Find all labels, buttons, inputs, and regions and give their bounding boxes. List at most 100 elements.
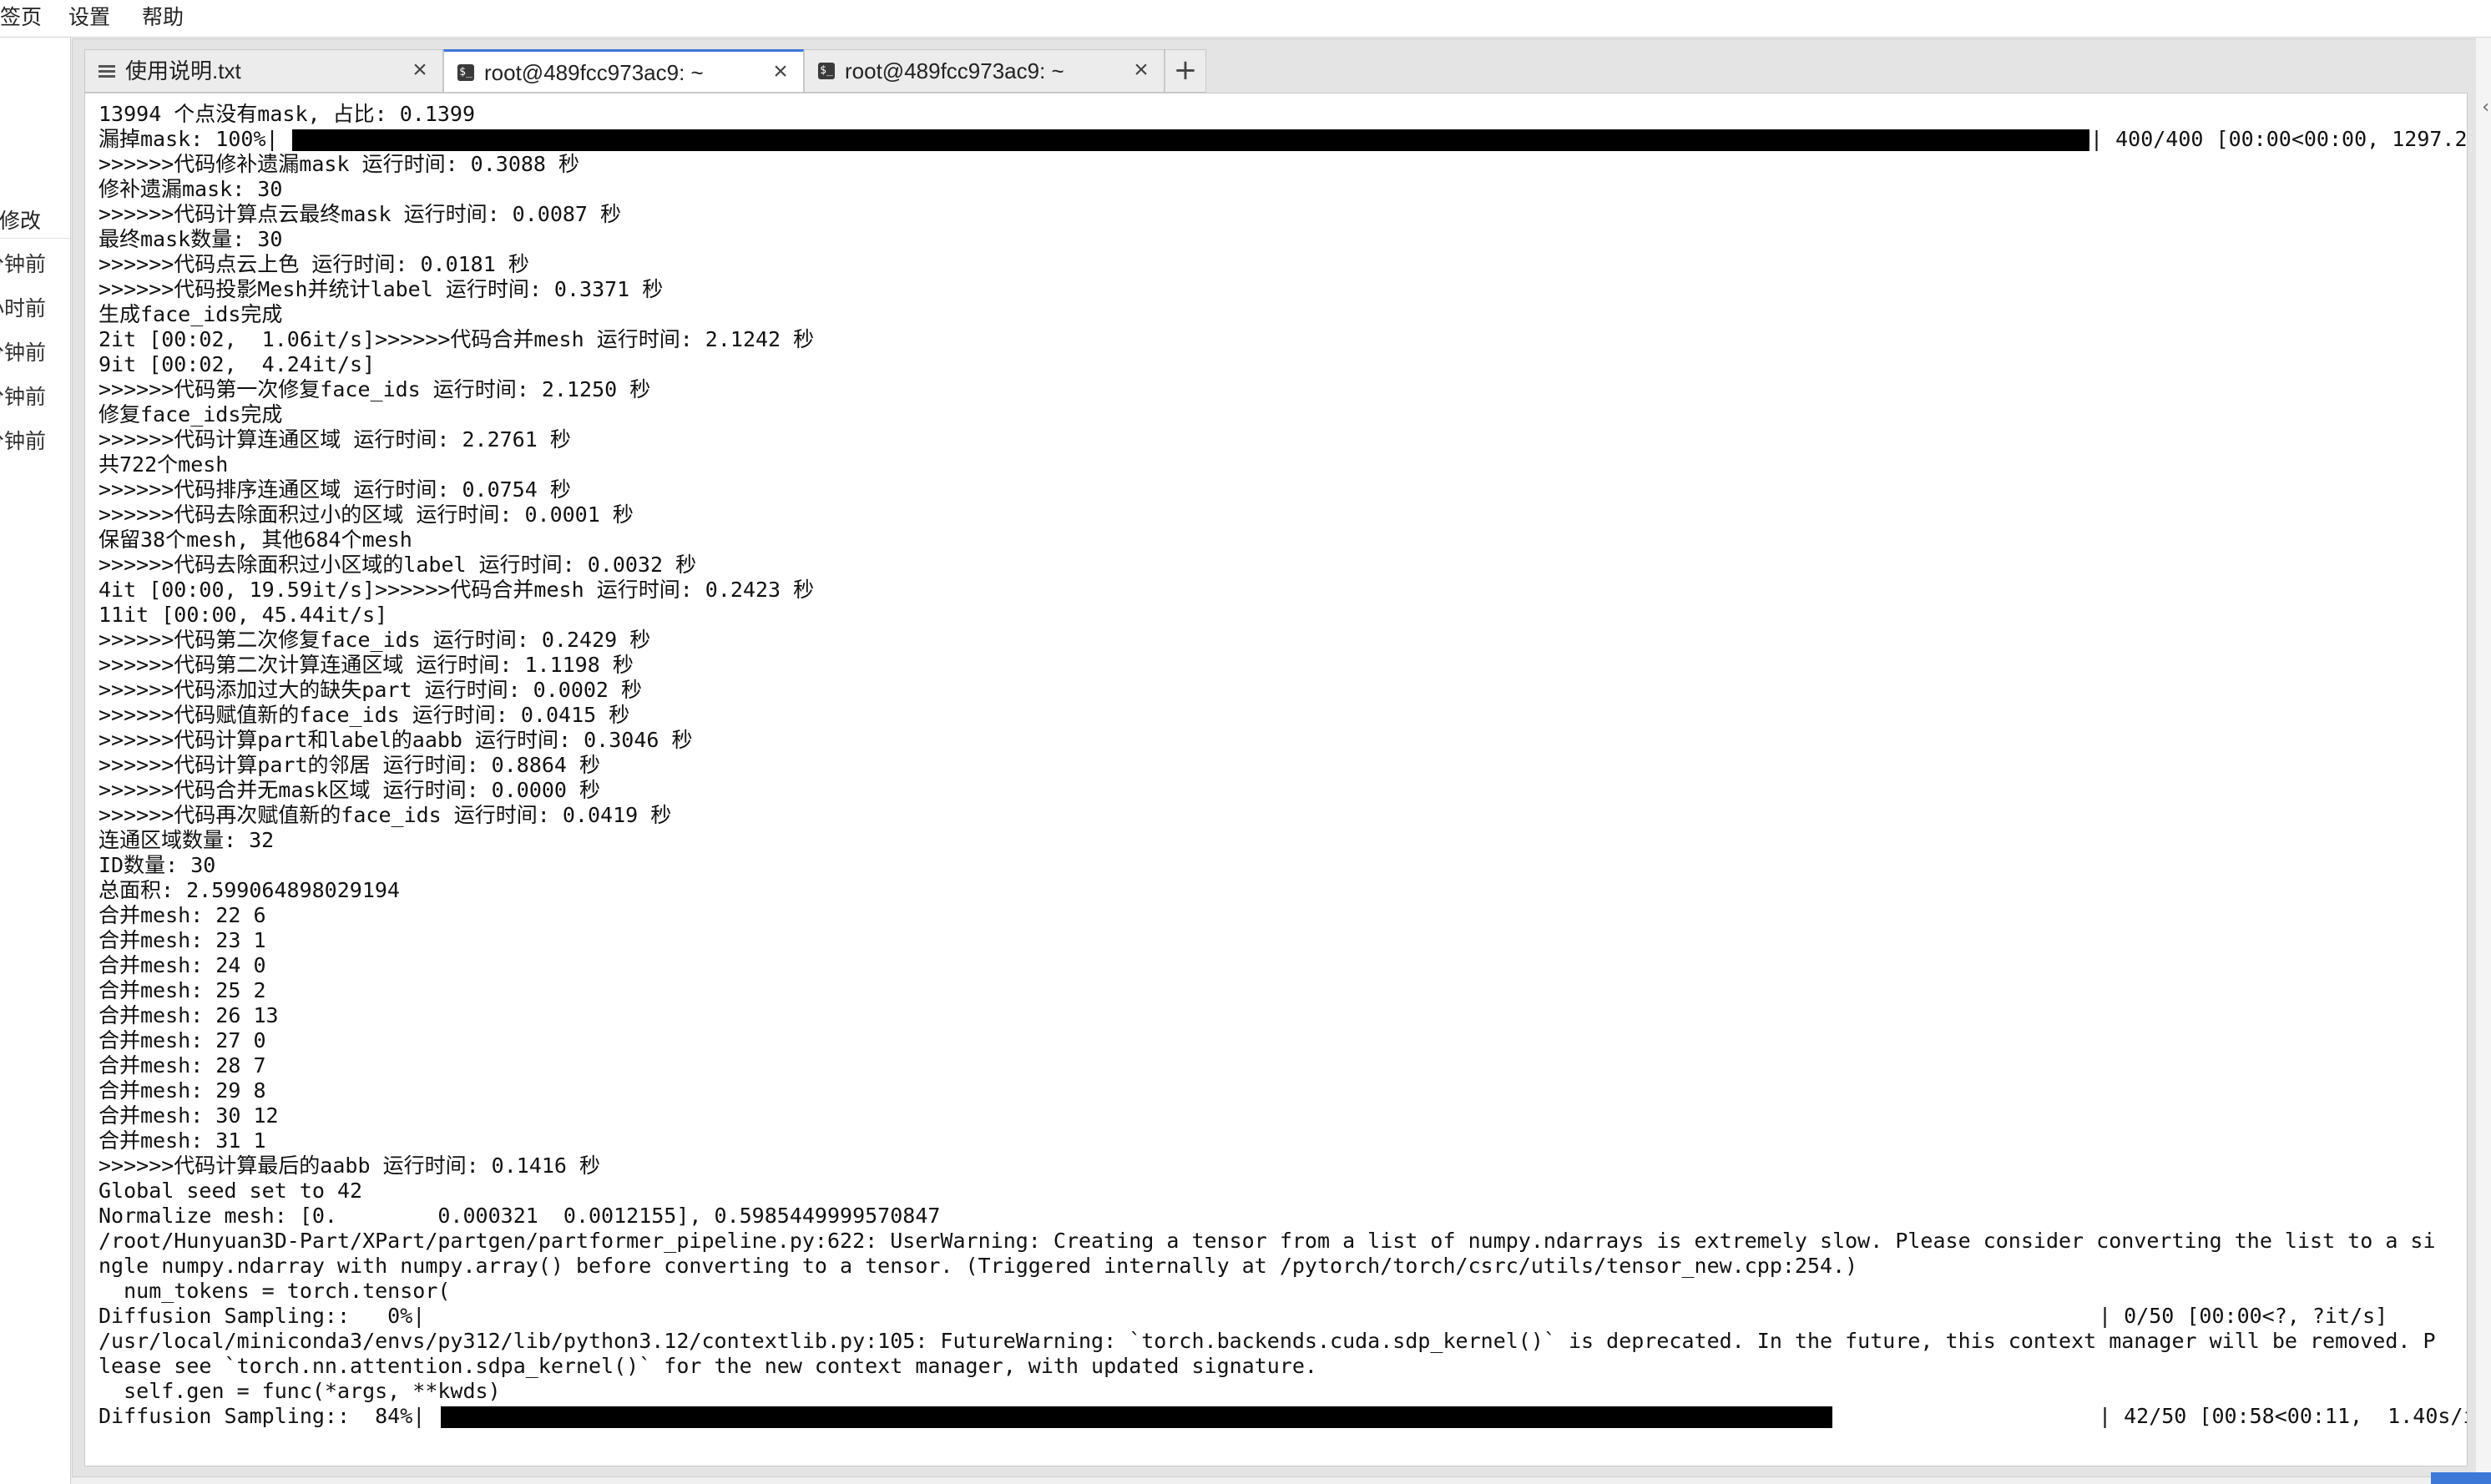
tab-terminal-1[interactable]: $_ root@489fcc973ac9: ~ × (443, 49, 804, 93)
terminal-line: Normalize mesh: [0. 0.000321 0.0012155],… (99, 1204, 2461, 1229)
progress-bar-fill (292, 129, 2089, 151)
menu-item-settings[interactable]: 设置 (68, 3, 110, 32)
terminal-line: 11it [00:00, 45.44it/s] (99, 603, 2461, 628)
terminal-line-text: 合并mesh: 28 7 (99, 1053, 266, 1078)
progress-bar-suffix: | 400/400 [00:00<00:00, 1297.22it/s] (2090, 127, 2468, 151)
terminal-line: ID数量: 30 (99, 853, 2461, 878)
terminal-line: 合并mesh: 26 13 (99, 1003, 2461, 1028)
terminal-line-text: 共722个mesh (99, 452, 229, 477)
terminal-line: 合并mesh: 23 1 (99, 928, 2461, 953)
sidebar-item-modified[interactable]: 分钟前 (0, 250, 46, 280)
close-icon[interactable]: × (770, 59, 791, 84)
terminal-line: Diffusion Sampling:: 0%| | 0/50 [00:00<?,… (99, 1304, 2461, 1329)
terminal-line-text: 合并mesh: 27 0 (99, 1028, 266, 1052)
terminal-line: >>>>>>代码计算点云最终mask 运行时间: 0.0087 秒 (99, 202, 2461, 227)
terminal-line-text: 4it [00:00, 19.59it/s]>>>>>>代码合并mesh 运行时… (99, 578, 815, 602)
terminal-line-text: num_tokens = torch.tensor( (99, 1279, 451, 1303)
tab-label: 使用说明.txt (125, 58, 241, 83)
terminal-line-text: Diffusion Sampling:: 84%| (99, 1404, 426, 1428)
terminal-line-text: 合并mesh: 23 1 (99, 928, 266, 952)
terminal-line-text: self.gen = func(*args, **kwds) (99, 1379, 501, 1403)
terminal-line-text: 合并mesh: 24 0 (99, 953, 266, 977)
terminal-line-text: >>>>>>代码计算part的邻居 运行时间: 0.8864 秒 (99, 753, 601, 777)
sidebar-item-modified[interactable]: 分钟前 (0, 427, 46, 457)
terminal-line-text: >>>>>>代码添加过大的缺失part 运行时间: 0.0002 秒 (99, 678, 643, 702)
sidebar-item-modified[interactable]: 小时前 (0, 294, 46, 324)
terminal-line: 4it [00:00, 19.59it/s]>>>>>>代码合并mesh 运行时… (99, 578, 2461, 603)
terminal-line: >>>>>>代码计算part的邻居 运行时间: 0.8864 秒 (99, 753, 2461, 778)
progress-bar-suffix: | 42/50 [00:58<00:11, 1.40s/it (2099, 1404, 2467, 1429)
editor-panel: 使用说明.txt × $_ root@489fcc973ac9: ~ × $_ … (72, 38, 2478, 1477)
terminal-line: 2it [00:02, 1.06it/s]>>>>>>代码合并mesh 运行时间… (99, 327, 2461, 352)
terminal-line: >>>>>>代码第一次修复face_ids 运行时间: 2.1250 秒 (99, 377, 2461, 402)
terminal-line: >>>>>>代码点云上色 运行时间: 0.0181 秒 (99, 252, 2461, 277)
terminal-line: Global seed set to 42 (99, 1179, 2461, 1204)
close-icon[interactable]: × (1130, 58, 1152, 83)
terminal-line: 生成face_ids完成 (99, 302, 2461, 327)
terminal-line-text: >>>>>>代码计算连通区域 运行时间: 2.2761 秒 (99, 427, 571, 452)
chevron-left-icon[interactable]: ‹ (2482, 97, 2489, 118)
terminal-line: >>>>>>代码计算part和label的aabb 运行时间: 0.3046 秒 (99, 728, 2461, 753)
terminal-line: 合并mesh: 31 1 (99, 1128, 2461, 1153)
terminal-icon: $_ (457, 64, 474, 81)
terminal-line: 总面积: 2.599064898029194 (99, 878, 2461, 903)
terminal-line-text: >>>>>>代码第一次修复face_ids 运行时间: 2.1250 秒 (99, 377, 651, 401)
terminal-line: >>>>>>代码合并无mask区域 运行时间: 0.0000 秒 (99, 778, 2461, 803)
file-sidebar: 已修改 分钟前 小时前 分钟前 分钟前 分钟前 (0, 38, 71, 1484)
terminal-line: >>>>>>代码去除面积过小的区域 运行时间: 0.0001 秒 (99, 502, 2461, 527)
terminal-line-text: 合并mesh: 22 6 (99, 903, 266, 927)
terminal-line-text: >>>>>>代码计算part和label的aabb 运行时间: 0.3046 秒 (99, 728, 693, 752)
progress-bar-fill (441, 1406, 1833, 1428)
terminal-line: 合并mesh: 27 0 (99, 1028, 2461, 1053)
sidebar-item-modified[interactable]: 分钟前 (0, 382, 46, 412)
scrollbar[interactable]: ‹ (2476, 38, 2491, 1476)
tab-readme[interactable]: 使用说明.txt × (84, 49, 443, 93)
terminal-line: Diffusion Sampling:: 84%| | 42/50 [00:58<… (99, 1404, 2467, 1429)
menu-item-tabs[interactable]: 签页 (0, 3, 42, 32)
terminal-line: ngle numpy.ndarray with numpy.array() be… (99, 1254, 2461, 1279)
menu-item-help[interactable]: 帮助 (142, 3, 184, 32)
terminal-line: 合并mesh: 30 12 (99, 1103, 2461, 1128)
tab-terminal-2[interactable]: $_ root@489fcc973ac9: ~ × (804, 49, 1165, 93)
document-icon (99, 63, 115, 79)
terminal-line-text: >>>>>>代码计算最后的aabb 运行时间: 0.1416 秒 (99, 1153, 601, 1178)
terminal-line-text: 合并mesh: 26 13 (99, 1003, 279, 1027)
status-corner (2431, 1472, 2491, 1484)
terminal-line: 13994 个点没有mask, 占比: 0.1399 (99, 102, 2461, 127)
terminal-line: 连通区域数量: 32 (99, 828, 2461, 853)
terminal-line-text: 11it [00:00, 45.44it/s] (99, 603, 388, 627)
terminal-line: >>>>>>代码去除面积过小区域的label 运行时间: 0.0032 秒 (99, 553, 2461, 578)
new-tab-button[interactable]: + (1165, 49, 1206, 93)
terminal-line: 合并mesh: 28 7 (99, 1053, 2461, 1078)
terminal-line: 漏掉mask: 100%| | 400/400 [00:00<00:00, 129… (99, 127, 2467, 152)
terminal-line-text: /usr/local/miniconda3/envs/py312/lib/pyt… (99, 1329, 2436, 1353)
close-icon[interactable]: × (409, 58, 431, 83)
terminal-line: 修补遗漏mask: 30 (99, 177, 2461, 202)
terminal-line-text: >>>>>>代码再次赋值新的face_ids 运行时间: 0.0419 秒 (99, 803, 672, 827)
terminal-line: >>>>>>代码计算最后的aabb 运行时间: 0.1416 秒 (99, 1153, 2461, 1179)
terminal-line-text: /root/Hunyuan3D-Part/XPart/partgen/partf… (99, 1229, 2436, 1253)
terminal-output[interactable]: 13994 个点没有mask, 占比: 0.1399 漏掉mask: 100%| |… (84, 93, 2468, 1466)
terminal-line-text: ngle numpy.ndarray with numpy.array() be… (99, 1254, 1858, 1278)
terminal-line: 共722个mesh (99, 452, 2461, 477)
terminal-line: num_tokens = torch.tensor( (99, 1279, 2461, 1304)
terminal-line: 修复face_ids完成 (99, 402, 2461, 427)
terminal-line: /usr/local/miniconda3/envs/py312/lib/pyt… (99, 1329, 2461, 1354)
sidebar-column-modified[interactable]: 已修改 (0, 204, 70, 239)
terminal-line-text: Normalize mesh: [0. 0.000321 0.0012155],… (99, 1204, 941, 1228)
sidebar-item-modified[interactable]: 分钟前 (0, 338, 46, 368)
terminal-line-text: >>>>>>代码修补遗漏mask 运行时间: 0.3088 秒 (99, 152, 580, 176)
terminal-line-text: 最终mask数量: 30 (99, 227, 283, 251)
terminal-line-text: 连通区域数量: 32 (99, 828, 275, 852)
terminal-line-text: 合并mesh: 29 8 (99, 1078, 266, 1103)
terminal-line-text: >>>>>>代码投影Mesh并统计label 运行时间: 0.3371 秒 (99, 277, 664, 301)
terminal-line-text: 9it [00:02, 4.24it/s] (99, 352, 376, 376)
tab-bar: 使用说明.txt × $_ root@489fcc973ac9: ~ × $_ … (84, 49, 2472, 93)
terminal-line-text: >>>>>>代码排序连通区域 运行时间: 0.0754 秒 (99, 477, 571, 502)
terminal-line-text: >>>>>>代码赋值新的face_ids 运行时间: 0.0415 秒 (99, 703, 630, 727)
terminal-line: 合并mesh: 25 2 (99, 978, 2461, 1003)
terminal-line: >>>>>>代码添加过大的缺失part 运行时间: 0.0002 秒 (99, 678, 2461, 703)
menu-bar: 签页 设置 帮助 (0, 0, 2491, 38)
terminal-line: >>>>>>代码计算连通区域 运行时间: 2.2761 秒 (99, 427, 2461, 452)
terminal-line-text: >>>>>>代码计算点云最终mask 运行时间: 0.0087 秒 (99, 202, 622, 226)
